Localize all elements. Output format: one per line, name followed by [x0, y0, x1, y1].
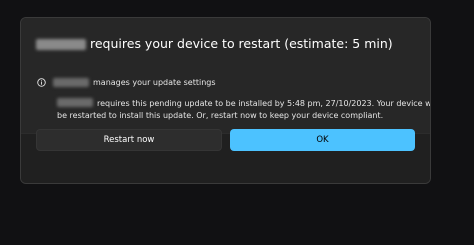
dialog-message: requires this pending update to be insta… — [57, 98, 431, 122]
message-line-1-text: requires this pending update to be insta… — [97, 99, 431, 108]
restart-required-dialog: requires your device to restart (estimat… — [20, 17, 431, 184]
ok-button[interactable]: OK — [230, 129, 415, 151]
info-circle-icon — [37, 78, 46, 87]
managed-by-row: manages your update settings — [37, 77, 216, 88]
restart-now-button[interactable]: Restart now — [36, 129, 222, 151]
redacted-organization-name — [57, 98, 93, 107]
dialog-content: requires your device to restart (estimat… — [21, 18, 430, 133]
managed-text: manages your update settings — [93, 78, 216, 87]
redacted-organization-name — [53, 78, 89, 87]
message-line-1: requires this pending update to be insta… — [57, 98, 431, 110]
dialog-title: requires your device to restart (estimat… — [36, 36, 393, 52]
dialog-title-text: requires your device to restart (estimat… — [90, 36, 393, 51]
redacted-app-name — [36, 38, 86, 50]
message-line-2: be restarted to install this update. Or,… — [57, 111, 384, 120]
